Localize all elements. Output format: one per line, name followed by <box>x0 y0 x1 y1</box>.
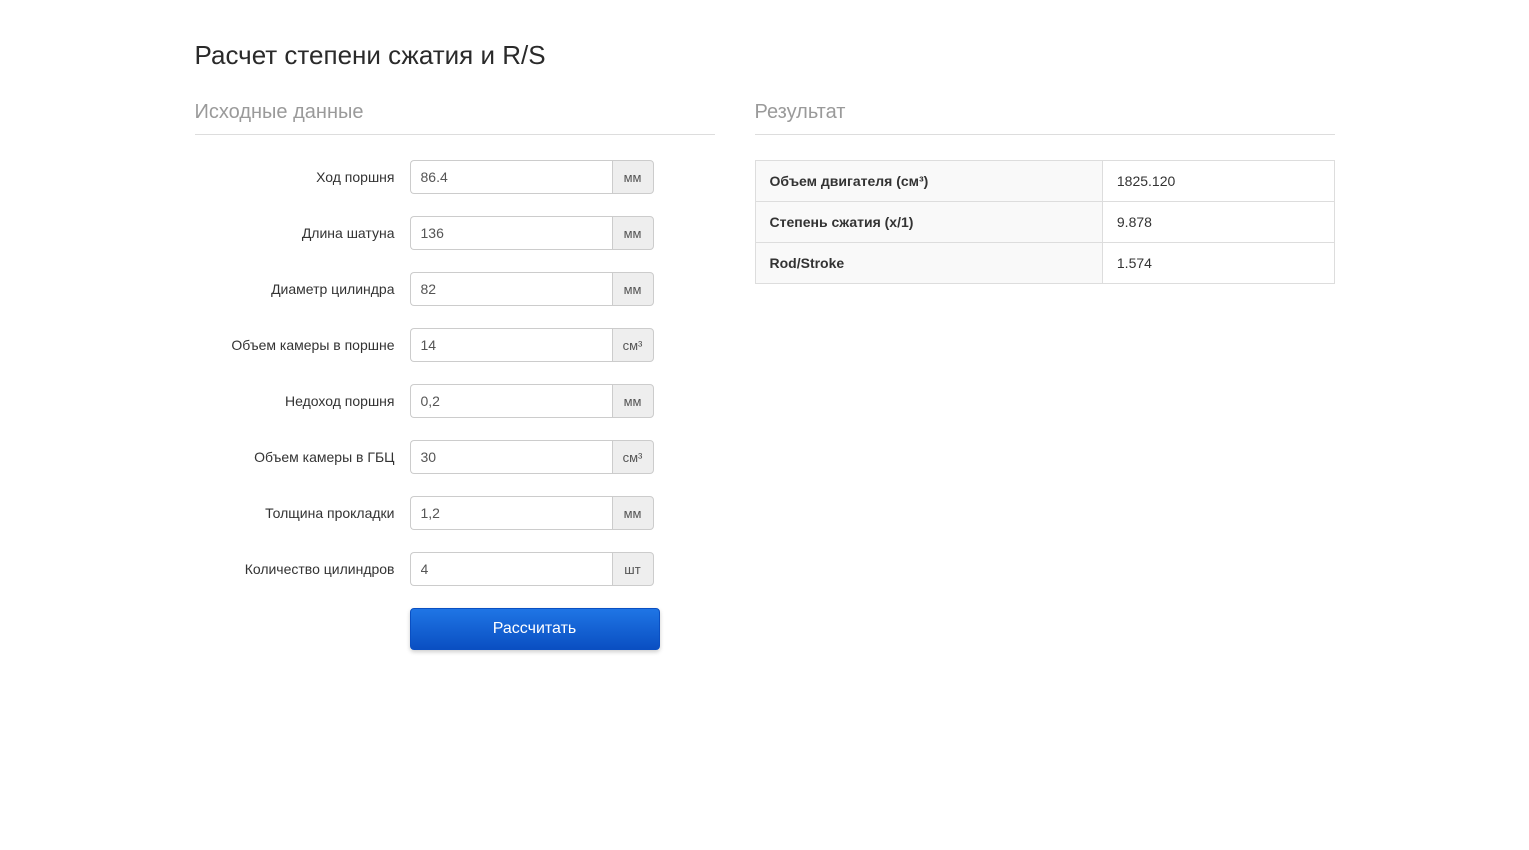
piston-gap-label: Недоход поршня <box>195 384 410 412</box>
rod-stroke-label: Rod/Stroke <box>755 243 1102 284</box>
piston-chamber-unit: см³ <box>612 328 654 362</box>
stroke-input[interactable] <box>410 160 612 194</box>
rod-length-input[interactable] <box>410 216 612 250</box>
piston-gap-unit: мм <box>612 384 654 418</box>
bore-label: Диаметр цилиндра <box>195 272 410 300</box>
gasket-input[interactable] <box>410 496 612 530</box>
cylinders-unit: шт <box>612 552 654 586</box>
stroke-unit: мм <box>612 160 654 194</box>
gasket-label: Толщина прокладки <box>195 496 410 524</box>
stroke-label: Ход поршня <box>195 160 410 188</box>
compression-value: 9.878 <box>1102 202 1334 243</box>
piston-chamber-input[interactable] <box>410 328 612 362</box>
gasket-unit: мм <box>612 496 654 530</box>
table-row: Rod/Stroke 1.574 <box>755 243 1334 284</box>
bore-unit: мм <box>612 272 654 306</box>
result-section-heading: Результат <box>755 101 1335 135</box>
calculate-button[interactable]: Рассчитать <box>410 608 660 650</box>
displacement-value: 1825.120 <box>1102 161 1334 202</box>
input-section-heading: Исходные данные <box>195 101 715 135</box>
cylinders-label: Количество цилиндров <box>195 552 410 580</box>
result-table: Объем двигателя (см³) 1825.120 Степень с… <box>755 160 1335 284</box>
rod-stroke-value: 1.574 <box>1102 243 1334 284</box>
head-chamber-label: Объем камеры в ГБЦ <box>195 440 410 468</box>
bore-input[interactable] <box>410 272 612 306</box>
displacement-label: Объем двигателя (см³) <box>755 161 1102 202</box>
page-title: Расчет степени сжатия и R/S <box>195 40 1335 71</box>
rod-length-unit: мм <box>612 216 654 250</box>
rod-length-label: Длина шатуна <box>195 216 410 244</box>
table-row: Степень сжатия (x/1) 9.878 <box>755 202 1334 243</box>
piston-chamber-label: Объем камеры в поршне <box>195 328 410 356</box>
head-chamber-input[interactable] <box>410 440 612 474</box>
table-row: Объем двигателя (см³) 1825.120 <box>755 161 1334 202</box>
cylinders-input[interactable] <box>410 552 612 586</box>
compression-label: Степень сжатия (x/1) <box>755 202 1102 243</box>
head-chamber-unit: см³ <box>612 440 654 474</box>
piston-gap-input[interactable] <box>410 384 612 418</box>
